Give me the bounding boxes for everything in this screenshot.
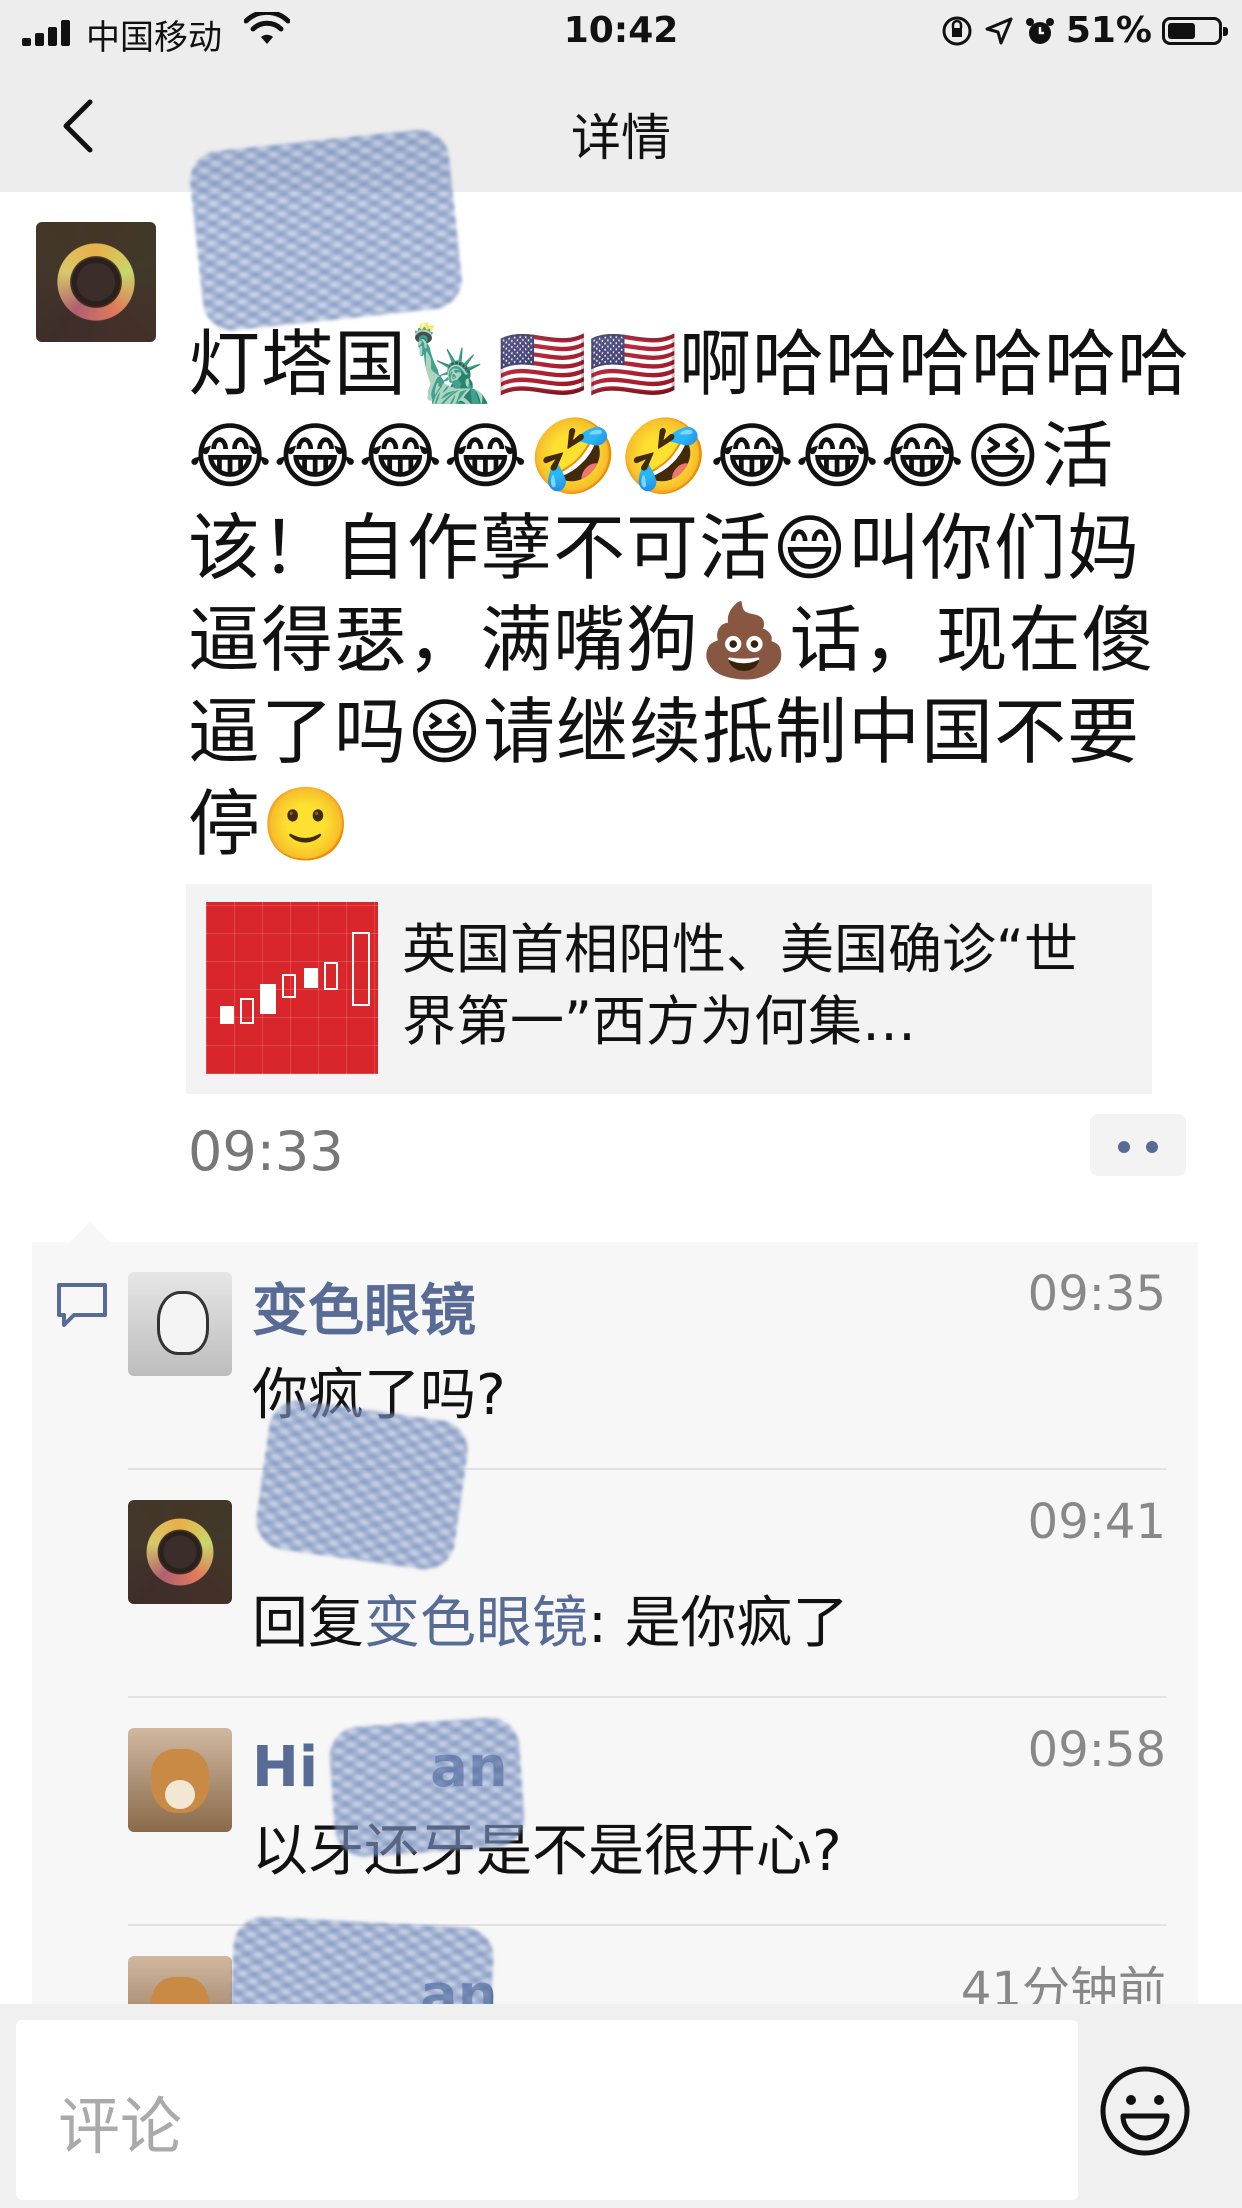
shared-link-card[interactable]: 英国首相阳性、美国确诊“世界第一”西方为何集… [186, 884, 1152, 1094]
battery-percent: 51% [1065, 10, 1152, 51]
page-title: 详情 [571, 109, 671, 167]
redaction-scribble [327, 1715, 527, 1859]
comment-text: 回复变色眼镜: 是你疯了 [252, 1591, 849, 1656]
emoji-icon[interactable] [1096, 2062, 1194, 2160]
comment-item[interactable]: Hi an 09:58 以牙还牙是不是很开心? [128, 1698, 1198, 1926]
nav-bar: 详情 [0, 62, 1242, 192]
post-text: 灯塔国🗽🇺🇸🇺🇸啊哈哈哈哈哈哈😂😂😂😂🤣🤣😂😂😂😆活该！自作孽不可活😄叫你们妈逼… [188, 322, 1190, 866]
battery-icon [1162, 16, 1228, 45]
location-icon [985, 17, 1013, 44]
comment-input[interactable]: 评论 [16, 2020, 1078, 2200]
rotation-lock-icon [942, 16, 972, 45]
redaction-scribble [252, 1396, 472, 1574]
comment-time: 09:58 [1027, 1722, 1166, 1778]
post-timestamp: 09:33 [188, 1120, 344, 1183]
author-avatar[interactable] [36, 222, 156, 342]
commenter-avatar[interactable] [128, 1500, 232, 1604]
commenter-avatar[interactable] [128, 1272, 232, 1376]
comment-time: 09:35 [1027, 1266, 1166, 1322]
status-bar: 中国移动 10:42 51% [0, 0, 1242, 62]
more-actions-button[interactable] [1090, 1114, 1186, 1176]
commenter-name[interactable]: 变色眼镜 [252, 1266, 476, 1347]
comments-panel: 变色眼镜 09:35 你疯了吗? 09:41 回复变色眼镜: 是你疯了 Hi a… [32, 1222, 1198, 2060]
link-thumbnail [206, 902, 378, 1074]
alarm-icon [1025, 17, 1054, 44]
commenter-avatar[interactable] [128, 1728, 232, 1832]
comment-time: 09:41 [1027, 1494, 1166, 1550]
comment-input-bar: 评论 [0, 2004, 1242, 2208]
link-title: 英国首相阳性、美国确诊“世界第一”西方为何集… [402, 918, 1078, 1053]
comment-icon [57, 1283, 107, 1327]
reply-target-name[interactable]: 变色眼镜 [364, 1591, 588, 1656]
redaction-scribble [187, 126, 465, 334]
